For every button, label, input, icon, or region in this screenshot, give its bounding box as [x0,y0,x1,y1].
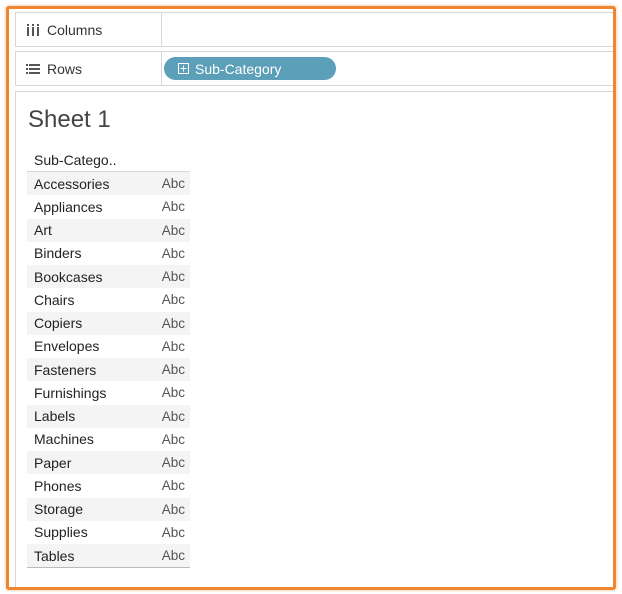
row-value-cell[interactable]: Abc [162,409,190,424]
table-row[interactable]: Fasteners Abc [27,358,190,382]
row-value-cell[interactable]: Abc [162,478,190,493]
table-row[interactable]: Phones Abc [27,474,190,497]
table-row[interactable]: Machines Abc [27,428,190,451]
table-row[interactable]: Copiers Abc [27,311,190,335]
row-header-cell[interactable]: Furnishings [27,385,106,401]
columns-label: Columns [47,21,103,38]
row-header-cell[interactable]: Machines [27,431,94,447]
rows-shelf[interactable]: Rows Sub-Category [15,51,613,86]
rows-icon [25,63,41,75]
table-row[interactable]: Art Abc [27,218,190,242]
row-value-cell[interactable]: Abc [162,525,190,540]
row-header-cell[interactable]: Fasteners [27,362,96,378]
row-value-cell[interactable]: Abc [162,362,190,377]
table-row[interactable]: Supplies Abc [27,521,190,544]
row-value-cell[interactable]: Abc [162,455,190,470]
row-header-cell[interactable]: Chairs [27,292,74,308]
table-row[interactable]: Paper Abc [27,451,190,475]
row-value-cell[interactable]: Abc [162,223,190,238]
row-header-cell[interactable]: Accessories [27,176,109,192]
table-bottom-border [27,567,190,569]
row-header-cell[interactable]: Appliances [27,199,103,215]
row-header-cell[interactable]: Labels [27,408,75,424]
table-row[interactable]: Labels Abc [27,404,190,428]
row-header-cell[interactable]: Supplies [27,524,88,540]
table-row[interactable]: Binders Abc [27,242,190,265]
rows-shelf-label: Rows [16,52,162,85]
row-value-cell[interactable]: Abc [162,385,190,400]
row-value-cell[interactable]: Abc [162,176,190,191]
row-header-cell[interactable]: Storage [27,501,83,517]
view-canvas[interactable]: Sheet 1 Sub-Catego.. Accessories Abc Appli… [15,91,613,587]
columns-icon [25,23,41,37]
row-value-cell[interactable]: Abc [162,269,190,284]
table-row[interactable]: Furnishings Abc [27,381,190,404]
table-row[interactable]: Bookcases Abc [27,265,190,289]
table-row[interactable]: Tables Abc [27,544,190,568]
row-value-cell[interactable]: Abc [162,199,190,214]
row-header-cell[interactable]: Tables [27,548,74,564]
plus-box-icon[interactable] [178,63,189,74]
pill-label: Sub-Category [195,60,282,77]
table-row[interactable]: Accessories Abc [27,172,190,196]
sheet-title[interactable]: Sheet 1 [28,106,111,134]
column-header[interactable]: Sub-Catego.. [27,150,190,172]
row-header-cell[interactable]: Copiers [27,315,82,331]
rows-label: Rows [47,60,83,77]
row-value-cell[interactable]: Abc [162,316,190,331]
row-header-cell[interactable]: Art [27,222,52,238]
row-header-cell[interactable]: Phones [27,478,81,494]
sub-category-pill[interactable]: Sub-Category [164,57,336,80]
table-row[interactable]: Appliances Abc [27,195,190,218]
row-header-cell[interactable]: Envelopes [27,338,99,354]
row-value-cell[interactable]: Abc [162,339,190,354]
row-header-cell[interactable]: Binders [27,245,81,261]
table-row[interactable]: Storage Abc [27,497,190,521]
row-value-cell[interactable]: Abc [162,502,190,517]
columns-shelf-label: Columns [16,13,162,46]
columns-shelf[interactable]: Columns [15,12,613,47]
row-value-cell[interactable]: Abc [162,432,190,447]
row-value-cell[interactable]: Abc [162,246,190,261]
row-value-cell[interactable]: Abc [162,548,190,563]
worksheet-frame: Columns Rows Sub-Category Sheet 1 Sub-Ca… [6,6,616,590]
row-header-cell[interactable]: Paper [27,455,71,471]
row-header-cell[interactable]: Bookcases [27,269,102,285]
table-row[interactable]: Chairs Abc [27,288,190,311]
table-body: Accessories Abc Appliances Abc Art Abc Binders… [27,172,190,568]
text-table: Sub-Catego.. Accessories Abc Appliances Abc… [27,150,190,569]
table-row[interactable]: Envelopes Abc [27,335,190,358]
row-value-cell[interactable]: Abc [162,292,190,307]
